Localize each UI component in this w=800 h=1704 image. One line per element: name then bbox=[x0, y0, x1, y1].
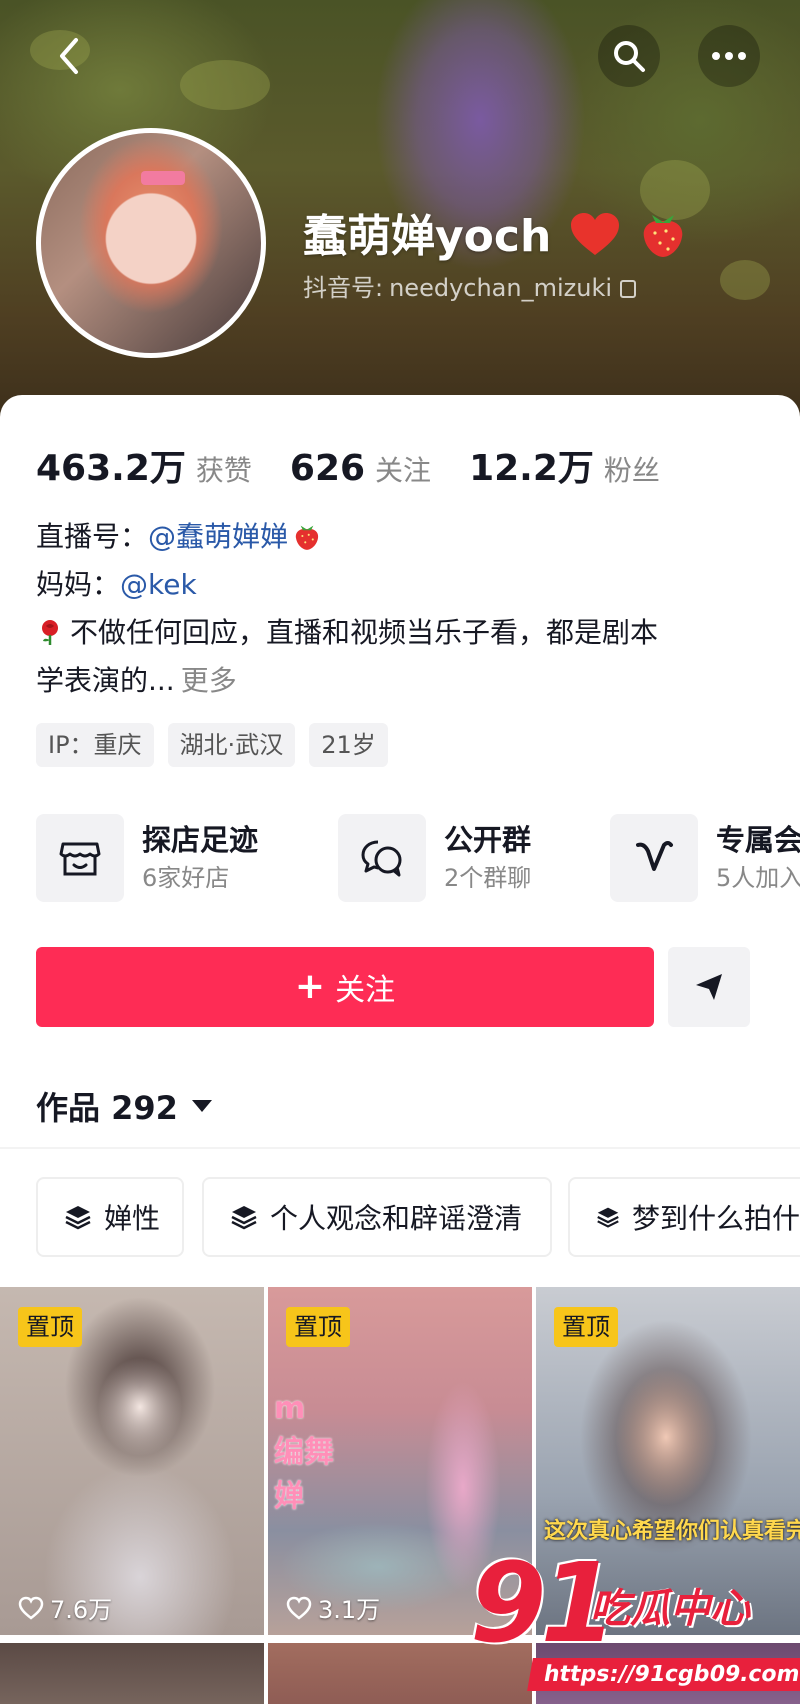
feature-exclusive-club[interactable]: 专属会 5人加入 bbox=[610, 813, 800, 903]
copy-icon[interactable] bbox=[620, 280, 637, 298]
send-icon bbox=[696, 974, 722, 1000]
shop-icon bbox=[59, 842, 101, 876]
follow-button[interactable]: + 关注 bbox=[36, 947, 654, 1027]
bio-text-line1: 不做任何回应，直播和视频当乐子看，都是剧本 bbox=[36, 609, 776, 657]
thumbnail-overlay-text: m 编舞婵 bbox=[274, 1391, 334, 1514]
heart-icon bbox=[570, 213, 619, 255]
avatar[interactable] bbox=[36, 128, 266, 358]
v-badge-icon bbox=[636, 841, 673, 871]
tag-location: 湖北·武汉 bbox=[167, 723, 296, 767]
rose-icon bbox=[42, 620, 58, 645]
stats-row: 463.2万 获赞 626 关注 12.2万 粉丝 bbox=[36, 439, 698, 491]
pinned-badge: 置顶 bbox=[286, 1307, 350, 1347]
pinned-badge: 置顶 bbox=[554, 1307, 618, 1347]
strawberry-icon bbox=[295, 525, 319, 550]
collection-chip-2[interactable]: 个人观念和辟谣澄清 bbox=[202, 1177, 552, 1257]
divider bbox=[0, 1147, 800, 1149]
bio-mom-line: 妈妈：@kek bbox=[36, 568, 197, 601]
stat-following[interactable]: 626 关注 bbox=[290, 448, 431, 489]
live-mention-link[interactable]: @蠢萌婵婵 bbox=[148, 520, 288, 553]
profile-card: 463.2万 获赞 626 关注 12.2万 粉丝 直播号：@蠢萌婵婵 妈妈：@kek… bbox=[0, 395, 800, 1704]
search-icon bbox=[614, 41, 645, 72]
back-button[interactable] bbox=[38, 25, 100, 87]
mom-mention-link[interactable]: @kek bbox=[120, 568, 197, 601]
works-tab[interactable]: 作品 292 bbox=[36, 1083, 212, 1129]
nickname: 蠢萌婵yoch bbox=[303, 200, 686, 262]
plus-icon: + bbox=[294, 966, 326, 1007]
layers-icon bbox=[597, 1207, 619, 1228]
heart-outline-icon bbox=[286, 1596, 312, 1620]
tag-ip: IP：重庆 bbox=[36, 723, 154, 767]
stat-followers[interactable]: 12.2万 粉丝 bbox=[469, 439, 660, 491]
feature-shop-visits[interactable]: 探店足迹 6家好店 bbox=[36, 813, 258, 903]
profile-banner: 蠢萌婵yoch 抖音号: needychan_mizuki bbox=[0, 0, 800, 420]
feature-public-group[interactable]: 公开群 2个群聊 bbox=[338, 813, 531, 903]
more-dots-icon bbox=[712, 52, 746, 60]
search-button[interactable] bbox=[598, 25, 660, 87]
chat-group-icon bbox=[361, 840, 402, 877]
watermark: 91 吃瓜中心 https://91cgb09.com bbox=[470, 1548, 800, 1704]
bio: 直播号：@蠢萌婵婵 妈妈：@kek 不做任何回应，直播和视频当乐子看，都是剧本 … bbox=[36, 513, 776, 705]
like-count: 3.1万 bbox=[286, 1590, 380, 1625]
chevron-left-icon bbox=[60, 38, 78, 74]
bio-live-line: 直播号：@蠢萌婵婵 bbox=[36, 513, 776, 561]
tag-age: 21岁 bbox=[309, 723, 388, 767]
collection-chip-3[interactable]: 梦到什么拍什 bbox=[568, 1177, 800, 1257]
message-button[interactable] bbox=[668, 947, 750, 1027]
profile-screen: 蠢萌婵yoch 抖音号: needychan_mizuki 463.2万 获赞 62… bbox=[0, 0, 800, 1704]
layers-icon bbox=[231, 1206, 257, 1230]
bio-more-link[interactable]: 更多 bbox=[181, 664, 237, 697]
tags-row: IP：重庆 湖北·武汉 21岁 bbox=[36, 723, 402, 767]
caret-down-icon bbox=[191, 1100, 212, 1112]
more-button[interactable] bbox=[698, 25, 760, 87]
video-thumbnail[interactable]: 置顶 7.6万 bbox=[0, 1287, 264, 1635]
pinned-badge: 置顶 bbox=[18, 1307, 82, 1347]
stat-likes[interactable]: 463.2万 获赞 bbox=[36, 439, 252, 491]
bio-text-line2: 学表演的... 更多 bbox=[36, 664, 237, 697]
like-count: 7.6万 bbox=[18, 1590, 112, 1625]
collection-chip-1[interactable]: 婵性 bbox=[36, 1177, 184, 1257]
heart-outline-icon bbox=[18, 1596, 44, 1620]
strawberry-icon bbox=[643, 215, 683, 257]
layers-icon bbox=[65, 1206, 91, 1230]
video-thumbnail[interactable] bbox=[0, 1643, 264, 1704]
douyin-id[interactable]: 抖音号: needychan_mizuki bbox=[303, 268, 637, 303]
